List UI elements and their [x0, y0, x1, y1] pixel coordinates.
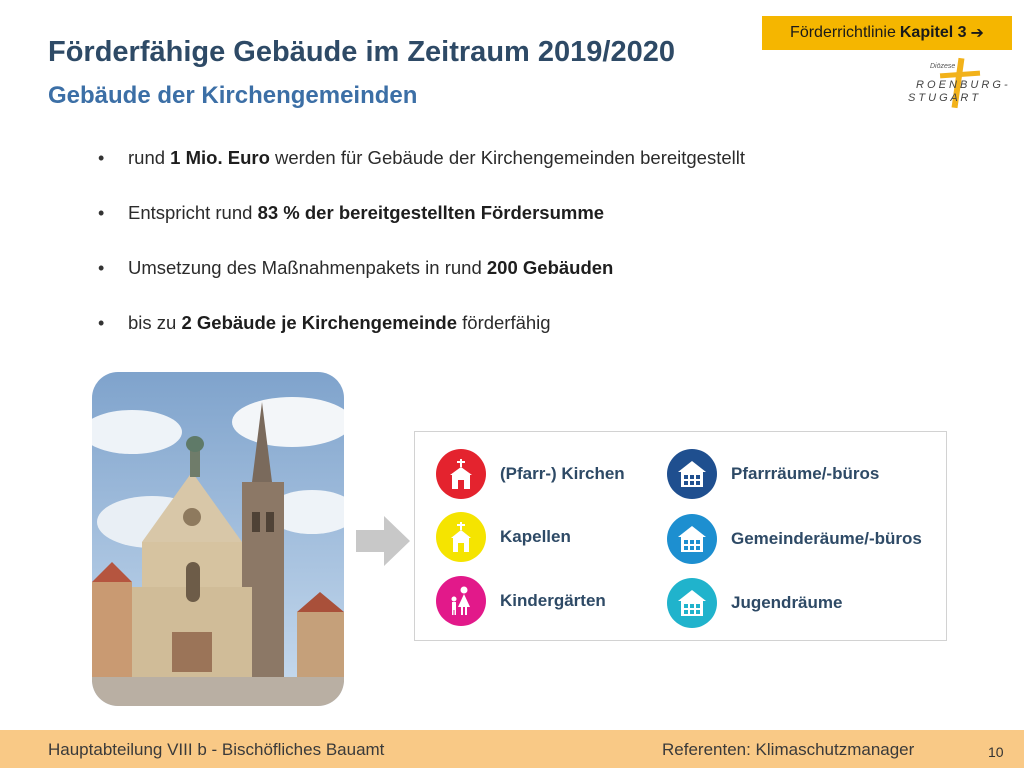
category-label: (Pfarr-) Kirchen: [500, 464, 625, 483]
house-icon: [667, 578, 717, 628]
chapter-link-bold: Kapitel 3: [899, 24, 967, 41]
category-kindergaerten: Kindergärten: [436, 576, 606, 626]
chapel-icon: [436, 512, 486, 562]
building-categories-panel: (Pfarr-) Kirchen Kapellen Kindergärten P…: [414, 431, 947, 641]
category-kapellen: Kapellen: [436, 512, 571, 562]
house-icon: [667, 449, 717, 499]
category-jugendraeume: Jugendräume: [667, 578, 842, 628]
dioezese-logo: Diözese R O E N B U R G - S T U G A R T: [908, 57, 1008, 109]
footer-presenter: Referenten: Klimaschutzmanager: [662, 740, 915, 759]
logo-line2: S T U G A R T: [908, 92, 979, 104]
category-label: Pfarrräume/-büros: [731, 464, 880, 483]
logo-line1: R O E N B U R G -: [916, 79, 1008, 91]
category-label: Gemeinderäume/-büros: [731, 529, 922, 548]
family-icon: [436, 576, 486, 626]
church-icon: [436, 449, 486, 499]
church-photo: [92, 372, 344, 706]
category-label: Jugendräume: [731, 593, 843, 612]
bullet-list: rund 1 Mio. Euro werden für Gebäude der …: [98, 144, 745, 364]
page-subtitle: Gebäude der Kirchengemeinden: [48, 82, 418, 109]
footer-department: Hauptabteilung VIII b - Bischöfliches Ba…: [48, 740, 385, 759]
category-pfarrraeume: Pfarrräume/-büros: [667, 449, 879, 499]
chapter-link-button[interactable]: Förderrichtlinie Kapitel 3 ➔: [762, 16, 1012, 50]
arrow-right-icon: ➔: [970, 25, 984, 42]
footer-bar: Hauptabteilung VIII b - Bischöfliches Ba…: [0, 730, 1024, 768]
chapter-link-prefix: Förderrichtlinie: [790, 24, 896, 41]
logo-small-text: Diözese: [930, 63, 955, 70]
house-icon: [667, 514, 717, 564]
category-label: Kapellen: [500, 527, 571, 546]
category-label: Kindergärten: [500, 591, 606, 610]
bullet-item: Umsetzung des Maßnahmenpakets in rund 20…: [98, 254, 745, 309]
bullet-item: bis zu 2 Gebäude je Kirchengemeinde förd…: [98, 309, 745, 364]
bullet-item: Entspricht rund 83 % der bereitgestellte…: [98, 199, 745, 254]
category-gemeinderaeume: Gemeinderäume/-büros: [667, 514, 922, 564]
bullet-item: rund 1 Mio. Euro werden für Gebäude der …: [98, 144, 745, 199]
page-number: 10: [988, 744, 1004, 760]
arrow-right-icon: [356, 516, 410, 566]
page-title: Förderfähige Gebäude im Zeitraum 2019/20…: [48, 36, 675, 68]
category-kirchen: (Pfarr-) Kirchen: [436, 449, 625, 499]
